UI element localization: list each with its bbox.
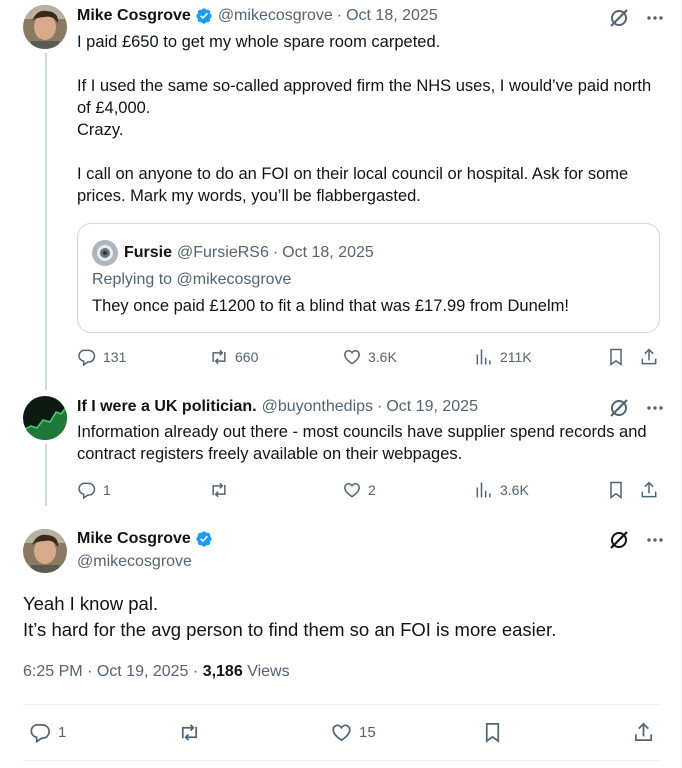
tweet-actions: 131 660 3.6K 211K — [0, 347, 682, 369]
repost-icon — [212, 482, 226, 498]
reply-count: 1 — [58, 724, 67, 741]
quote-author-handle: @FursieRS6 — [177, 244, 269, 261]
thread-line — [45, 53, 47, 390]
repost-icon — [181, 724, 198, 741]
like-count: 2 — [368, 482, 376, 498]
tweet-top-actions — [609, 530, 665, 550]
share-icon — [634, 722, 653, 742]
author-handle[interactable]: @mikecosgrove — [77, 553, 192, 571]
tweet-text: Information already out there - most cou… — [77, 423, 647, 463]
grok-icon[interactable] — [609, 8, 629, 28]
views-icon — [476, 349, 491, 365]
bookmark-icon — [610, 348, 622, 366]
quoted-tweet[interactable]: Fursie @FursieRS6 · Oct 18, 2025 Replyin… — [77, 223, 660, 333]
main-tweet-text: Yeah I know pal. It’s hard for the avg p… — [23, 593, 557, 640]
repost-icon — [212, 349, 226, 365]
replying-to-handle: @mikecosgrove — [176, 271, 292, 288]
tweet-date[interactable]: Oct 18, 2025 — [346, 7, 438, 25]
like-icon — [344, 349, 360, 365]
main-tweet-actions: 1 15 — [0, 716, 682, 748]
more-icon[interactable] — [645, 530, 665, 550]
reply-button[interactable]: 1 — [29, 721, 66, 744]
divider — [23, 760, 661, 761]
author-handle[interactable]: @mikecosgrove — [218, 7, 333, 25]
reply-button[interactable]: 1 — [77, 480, 111, 500]
bookmark-button[interactable] — [481, 721, 504, 744]
tweet-date[interactable]: Oct 19, 2025 — [386, 398, 478, 416]
bookmark-icon — [610, 481, 622, 499]
author-name[interactable]: If I were a UK politician. — [77, 398, 257, 416]
grok-icon[interactable] — [609, 398, 629, 418]
separator-dot: · — [87, 663, 93, 680]
like-count: 3.6K — [368, 349, 397, 365]
repost-button[interactable]: 660 — [209, 347, 258, 367]
more-icon[interactable] — [645, 8, 665, 28]
avatar[interactable] — [23, 529, 67, 573]
tweet-meta: 6:25 PM · Oct 19, 2025 · 3,186 Views — [23, 663, 290, 681]
main-tweet-author: Mike Cosgrove — [77, 530, 213, 548]
share-button[interactable] — [632, 721, 655, 744]
tweet-top-actions — [609, 8, 665, 28]
like-button[interactable]: 2 — [342, 480, 376, 500]
repost-button[interactable] — [209, 480, 235, 500]
like-button[interactable]: 15 — [330, 721, 376, 744]
views-label: Views — [247, 663, 290, 680]
share-icon — [641, 481, 657, 498]
views-count: 211K — [500, 349, 532, 365]
more-icon[interactable] — [645, 398, 665, 418]
tweet-header: If I were a UK politician. @buyonthedips… — [77, 398, 478, 416]
tweet-top-actions — [609, 398, 665, 418]
share-button[interactable] — [639, 480, 659, 500]
views-button[interactable]: 3.6K — [474, 480, 529, 500]
divider — [23, 704, 661, 705]
author-name[interactable]: Mike Cosgrove — [77, 7, 191, 25]
separator-dot: · — [377, 398, 383, 415]
tweet-text: I paid £650 to get my whole spare room c… — [77, 33, 652, 205]
author-handle[interactable]: @buyonthedips — [262, 398, 373, 416]
like-icon — [332, 724, 351, 742]
views-icon — [476, 482, 491, 498]
separator-dot: · — [272, 244, 279, 261]
quote-date: Oct 18, 2025 — [282, 244, 374, 261]
share-button[interactable] — [639, 347, 659, 367]
tweet-time[interactable]: 6:25 PM — [23, 663, 83, 680]
reply-icon — [78, 349, 96, 367]
reply-icon — [78, 482, 96, 500]
avatar[interactable] — [23, 396, 67, 440]
quote-author-name: Fursie — [124, 244, 173, 261]
quote-text: They once paid £1200 to fit a blind that… — [92, 297, 569, 315]
repost-button[interactable] — [178, 721, 201, 744]
share-icon — [641, 348, 657, 365]
main-tweet-handle: @mikecosgrove — [77, 553, 192, 571]
separator-dot: · — [336, 7, 343, 24]
bookmark-button[interactable] — [606, 347, 626, 367]
tweet-header: Mike Cosgrove @mikecosgrove · Oct 18, 20… — [77, 7, 438, 25]
like-button[interactable]: 3.6K — [342, 347, 397, 367]
quote-avatar — [92, 240, 118, 266]
author-name[interactable]: Mike Cosgrove — [77, 530, 191, 548]
repost-count: 660 — [235, 349, 259, 365]
reply-count: 1 — [103, 482, 111, 498]
tweet-actions: 1 2 3.6K — [0, 480, 682, 502]
verified-badge-icon — [195, 7, 213, 25]
bookmark-button[interactable] — [606, 480, 626, 500]
views-count: 3,186 — [202, 663, 243, 680]
replying-to-label: Replying to — [92, 271, 173, 288]
tweet-date[interactable]: Oct 19, 2025 — [97, 663, 189, 680]
views-button[interactable]: 211K — [474, 347, 532, 367]
bookmark-icon — [485, 723, 500, 743]
verified-badge-icon — [195, 530, 213, 548]
avatar[interactable] — [23, 5, 67, 49]
quote-header: Fursie @FursieRS6 · Oct 18, 2025 — [92, 240, 374, 266]
reply-count: 131 — [103, 349, 127, 365]
replying-to: Replying to @mikecosgrove — [92, 271, 291, 289]
like-count: 15 — [359, 724, 376, 741]
conversation-page: Mike Cosgrove @mikecosgrove · Oct 18, 20… — [0, 0, 682, 768]
like-icon — [344, 482, 360, 498]
separator-dot: · — [192, 663, 199, 680]
views-count: 3.6K — [500, 482, 529, 498]
reply-button[interactable]: 131 — [77, 347, 126, 367]
reply-icon — [30, 723, 50, 744]
grok-icon[interactable] — [609, 530, 629, 550]
